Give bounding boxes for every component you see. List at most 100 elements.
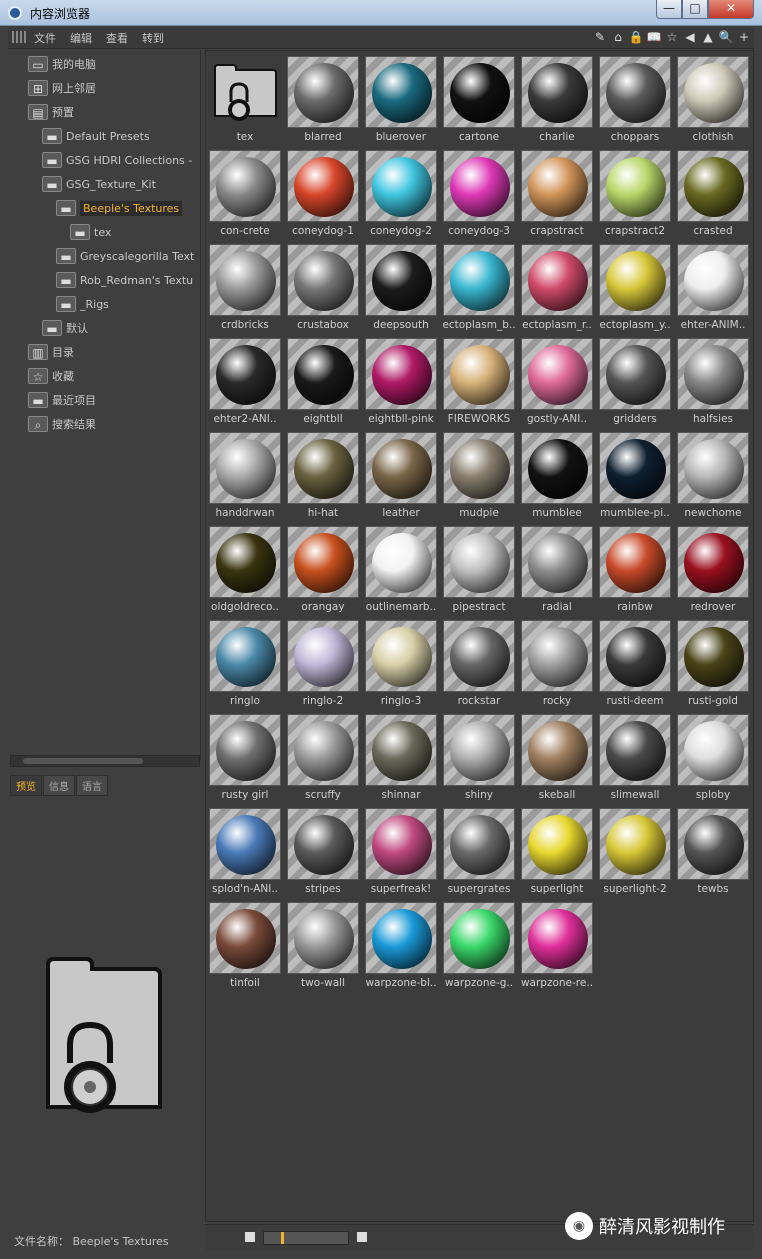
zoom-slider-thumb[interactable]: [280, 1232, 284, 1244]
texture-item[interactable]: pipestract: [441, 524, 517, 618]
tree-node[interactable]: ▬ Greyscalegorilla Text: [56, 246, 194, 266]
texture-item[interactable]: ectoplasm_r..: [519, 242, 595, 336]
back-icon[interactable]: ◀: [682, 29, 698, 45]
texture-item[interactable]: coneydog-3: [441, 148, 517, 242]
texture-item[interactable]: eightbll-pink: [363, 336, 439, 430]
texture-item[interactable]: redrover: [675, 524, 751, 618]
texture-item[interactable]: rainbw: [597, 524, 673, 618]
texture-item[interactable]: mudpie: [441, 430, 517, 524]
book-icon[interactable]: 📖: [646, 29, 662, 45]
zoom-out-icon[interactable]: [245, 1232, 255, 1242]
texture-item[interactable]: warpzone-bl..: [363, 900, 439, 994]
texture-item[interactable]: crapstract2: [597, 148, 673, 242]
home-icon[interactable]: ⌂: [610, 29, 626, 45]
search-icon[interactable]: 🔍: [718, 29, 734, 45]
texture-item[interactable]: ehter-ANIM..: [675, 242, 751, 336]
lock-icon[interactable]: 🔒: [628, 29, 644, 45]
texture-item[interactable]: rusty girl: [207, 712, 283, 806]
texture-item[interactable]: two-wall: [285, 900, 361, 994]
texture-item[interactable]: superfreak!: [363, 806, 439, 900]
texture-item[interactable]: rockstar: [441, 618, 517, 712]
texture-item[interactable]: handdrwan: [207, 430, 283, 524]
texture-item[interactable]: hi-hat: [285, 430, 361, 524]
tree-scrollbar[interactable]: [10, 755, 200, 767]
edit-icon[interactable]: ✎: [592, 29, 608, 45]
texture-item[interactable]: mumblee: [519, 430, 595, 524]
texture-item[interactable]: bluerover: [363, 54, 439, 148]
texture-item[interactable]: ectoplasm_y..: [597, 242, 673, 336]
texture-item[interactable]: stripes: [285, 806, 361, 900]
texture-item[interactable]: rusti-gold: [675, 618, 751, 712]
texture-item[interactable]: skeball: [519, 712, 595, 806]
tab-language[interactable]: 语言: [76, 775, 108, 796]
texture-item[interactable]: sploby: [675, 712, 751, 806]
texture-item[interactable]: radial: [519, 524, 595, 618]
texture-item[interactable]: shiny: [441, 712, 517, 806]
texture-item[interactable]: ectoplasm_b..: [441, 242, 517, 336]
texture-item[interactable]: charlie: [519, 54, 595, 148]
tree-node[interactable]: ▤ 预置: [28, 102, 74, 122]
tree-node[interactable]: ▬ Rob_Redman's Textu: [56, 270, 193, 290]
minimize-button[interactable]: —: [656, 0, 682, 19]
tree-node[interactable]: ☆ 收藏: [28, 366, 74, 386]
texture-item[interactable]: outlinemarb..: [363, 524, 439, 618]
tree-node[interactable]: ▬ GSG_Texture_Kit: [42, 174, 156, 194]
texture-item[interactable]: clothish: [675, 54, 751, 148]
texture-item[interactable]: ringlo-3: [363, 618, 439, 712]
texture-item[interactable]: gostly-ANI..: [519, 336, 595, 430]
texture-item[interactable]: supergrates: [441, 806, 517, 900]
texture-item[interactable]: warpzone-g..: [441, 900, 517, 994]
menu-file[interactable]: 文件: [34, 30, 56, 46]
texture-item[interactable]: crasted: [675, 148, 751, 242]
menu-view[interactable]: 查看: [106, 30, 128, 46]
texture-item[interactable]: coneydog-2: [363, 148, 439, 242]
close-button[interactable]: ✕: [708, 0, 754, 19]
tree-node[interactable]: ▬ 默认: [42, 318, 88, 338]
tree-node[interactable]: ▥ 目录: [28, 342, 74, 362]
texture-item[interactable]: tex: [207, 54, 283, 148]
tree-node[interactable]: ▬ 最近项目: [28, 390, 96, 410]
texture-item[interactable]: blarred: [285, 54, 361, 148]
texture-item[interactable]: newchome: [675, 430, 751, 524]
tree-node[interactable]: ▭ 我的电脑: [28, 54, 96, 74]
zoom-in-icon[interactable]: [357, 1232, 367, 1242]
texture-item[interactable]: tewbs: [675, 806, 751, 900]
tab-info[interactable]: 信息: [43, 775, 75, 796]
texture-item[interactable]: rocky: [519, 618, 595, 712]
menu-goto[interactable]: 转到: [142, 30, 164, 46]
tree-node[interactable]: ▬ Beeple's Textures: [56, 198, 183, 218]
texture-item[interactable]: eightbll: [285, 336, 361, 430]
texture-item[interactable]: ringlo: [207, 618, 283, 712]
texture-item[interactable]: scruffy: [285, 712, 361, 806]
grip-icon[interactable]: [12, 31, 26, 43]
texture-item[interactable]: choppars: [597, 54, 673, 148]
tree-node[interactable]: ⌕ 搜索结果: [28, 414, 96, 434]
star-icon[interactable]: ☆: [664, 29, 680, 45]
texture-item[interactable]: coneydog-1: [285, 148, 361, 242]
maximize-button[interactable]: □: [682, 0, 708, 19]
menu-edit[interactable]: 编辑: [70, 30, 92, 46]
texture-item[interactable]: slimewall: [597, 712, 673, 806]
tree-node[interactable]: ▬ _Rigs: [56, 294, 109, 314]
tree-node[interactable]: ▬ tex: [70, 222, 111, 242]
texture-item[interactable]: FIREWORKS: [441, 336, 517, 430]
tree-node[interactable]: ⊞ 网上邻居: [28, 78, 96, 98]
texture-item[interactable]: tinfoil: [207, 900, 283, 994]
texture-item[interactable]: superlight-2: [597, 806, 673, 900]
up-icon[interactable]: ▲: [700, 29, 716, 45]
zoom-slider[interactable]: [263, 1231, 349, 1245]
texture-item[interactable]: crustabox: [285, 242, 361, 336]
texture-item[interactable]: deepsouth: [363, 242, 439, 336]
texture-item[interactable]: warpzone-re..: [519, 900, 595, 994]
texture-item[interactable]: rusti-deem: [597, 618, 673, 712]
texture-item[interactable]: orangay: [285, 524, 361, 618]
texture-item[interactable]: halfsies: [675, 336, 751, 430]
texture-item[interactable]: oldgoldreco..: [207, 524, 283, 618]
texture-item[interactable]: cartone: [441, 54, 517, 148]
texture-item[interactable]: splod'n-ANI..: [207, 806, 283, 900]
texture-item[interactable]: superlight: [519, 806, 595, 900]
scrollbar-thumb[interactable]: [23, 758, 143, 764]
texture-item[interactable]: gridders: [597, 336, 673, 430]
texture-item[interactable]: mumblee-pi..: [597, 430, 673, 524]
texture-item[interactable]: ringlo-2: [285, 618, 361, 712]
